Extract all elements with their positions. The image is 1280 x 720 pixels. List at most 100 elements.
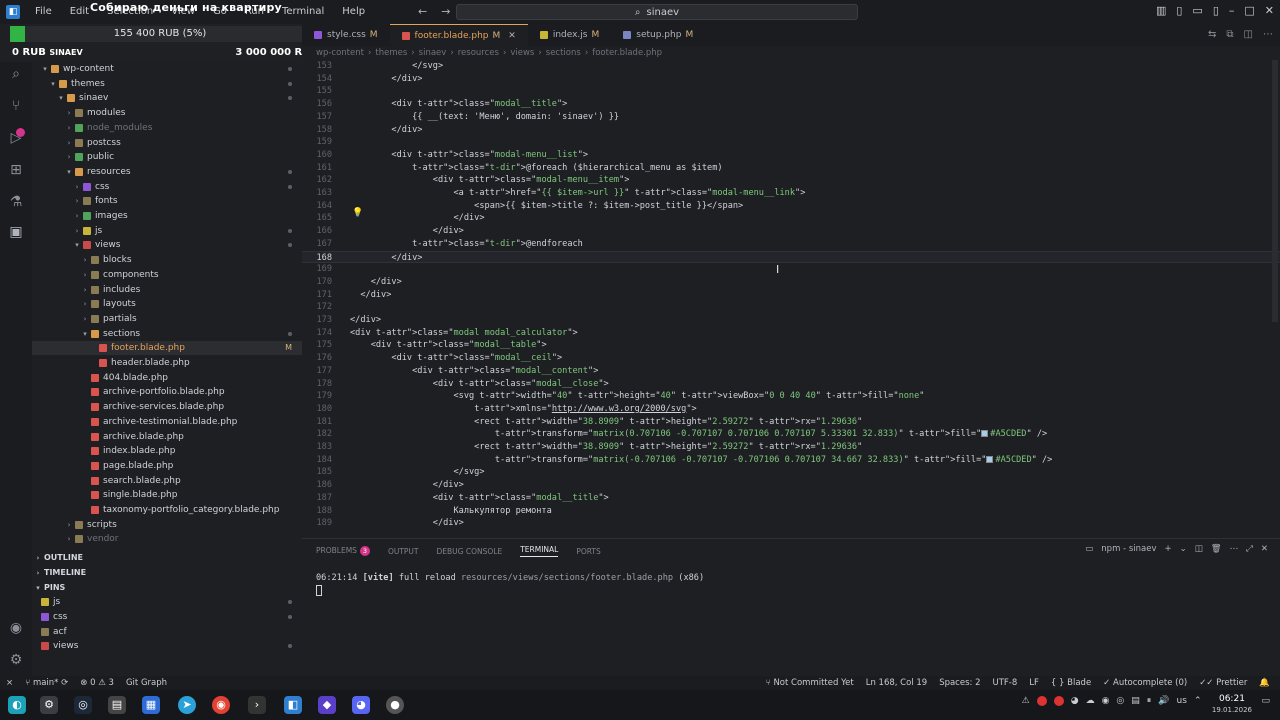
code-line[interactable]: 187 <div t-attr">class="modal__title"> bbox=[302, 492, 1280, 505]
menu-item-file[interactable]: File bbox=[26, 0, 61, 24]
search-icon[interactable]: ⌕ bbox=[6, 64, 26, 84]
indentation[interactable]: Spaces: 2 bbox=[939, 678, 980, 688]
account-icon[interactable]: ◉ bbox=[6, 618, 26, 638]
code-line[interactable]: 165 </div> bbox=[302, 212, 1280, 225]
tree-item[interactable]: archive.blade.php bbox=[32, 430, 302, 444]
tree-item[interactable]: › components bbox=[32, 268, 302, 282]
notifications-icon[interactable]: 🔔 bbox=[1259, 678, 1270, 688]
code-line[interactable]: 167 t-attr">class="t-dir">@endforeach bbox=[302, 238, 1280, 251]
remote-explorer-icon[interactable]: ▣ bbox=[6, 222, 26, 242]
breadcrumb-item[interactable]: sinaev bbox=[419, 48, 447, 58]
code-line[interactable]: 186 </div> bbox=[302, 479, 1280, 492]
panel-tab-debug-console[interactable]: DEBUG CONSOLE bbox=[437, 547, 503, 556]
section-timeline[interactable]: › TIMELINE bbox=[32, 566, 302, 580]
tray-chrome-icon[interactable]: ◉ bbox=[1102, 696, 1110, 706]
tree-item[interactable]: search.blade.php bbox=[32, 474, 302, 488]
tree-item[interactable]: › css bbox=[32, 180, 302, 194]
problems-indicator[interactable]: ⊗ 0 ⚠ 3 bbox=[80, 678, 114, 688]
tree-item[interactable]: ▾ wp-content bbox=[32, 62, 302, 76]
run-debug-icon[interactable]: ▷ bbox=[6, 128, 26, 148]
tray-cloud-icon[interactable]: ☁ bbox=[1086, 696, 1095, 706]
code-line[interactable]: 171 </div> bbox=[302, 289, 1280, 302]
code-line[interactable]: 162 <div t-attr">class="modal-menu__item… bbox=[302, 174, 1280, 187]
console-icon[interactable]: › bbox=[248, 696, 266, 714]
tree-item[interactable]: ▾ themes bbox=[32, 77, 302, 91]
maximize-icon[interactable]: □ bbox=[1244, 4, 1254, 17]
tree-item[interactable]: › vendor bbox=[32, 532, 302, 546]
tree-item[interactable]: archive-portfolio.blade.php bbox=[32, 385, 302, 399]
panel-tab-problems[interactable]: PROBLEMS 3 bbox=[316, 546, 370, 556]
steam-icon[interactable]: ◎ bbox=[74, 696, 92, 714]
tab-index-js[interactable]: index.js M bbox=[528, 24, 611, 46]
code-line[interactable]: 177 <div t-attr">class="modal__content"> bbox=[302, 365, 1280, 378]
tray-volume-icon[interactable]: 🔊 bbox=[1158, 696, 1169, 706]
tree-item[interactable]: › node_modules bbox=[32, 121, 302, 135]
code-line[interactable]: 168 </div> bbox=[302, 250, 1280, 264]
code-line[interactable]: 157 {{ __(text: 'Меню', domain: 'sinaev'… bbox=[302, 111, 1280, 124]
terminal-app-icon[interactable]: ▤ bbox=[108, 696, 126, 714]
tab-style-css[interactable]: style.css M bbox=[302, 24, 390, 46]
encoding[interactable]: UTF-8 bbox=[993, 678, 1018, 688]
panel-tab-terminal[interactable]: TERMINAL bbox=[520, 545, 559, 557]
tab-close-icon[interactable]: ✕ bbox=[508, 31, 516, 41]
tray-record-icon[interactable] bbox=[1053, 696, 1064, 706]
tray-warning-icon[interactable]: ⚠ bbox=[1022, 696, 1030, 706]
open-preview-icon[interactable]: ⧉ bbox=[1226, 29, 1233, 40]
tree-item[interactable]: › public bbox=[32, 150, 302, 164]
eol[interactable]: LF bbox=[1029, 678, 1039, 688]
menu-item-help[interactable]: Help bbox=[333, 0, 374, 24]
git-blame[interactable]: ⑂ Not Committed Yet bbox=[766, 678, 854, 688]
code-line[interactable]: 160 <div t-attr">class="modal-menu__list… bbox=[302, 149, 1280, 162]
maximize-panel-icon[interactable]: ⤢ bbox=[1246, 544, 1253, 554]
more-icon[interactable]: ⋯ bbox=[1230, 544, 1239, 554]
tab-setup-php[interactable]: setup.php M bbox=[611, 24, 705, 46]
code-line[interactable]: 176 <div t-attr">class="modal__ceil"> bbox=[302, 352, 1280, 365]
keyboard-lang[interactable]: us bbox=[1177, 696, 1187, 706]
compare-icon[interactable]: ⇆ bbox=[1208, 29, 1216, 40]
code-line[interactable]: 161 t-attr">class="t-dir">@foreach ($hie… bbox=[302, 162, 1280, 175]
code-line[interactable]: 180 t-attr">xmlns="http://www.w3.org/200… bbox=[302, 403, 1280, 416]
tree-item[interactable]: › modules bbox=[32, 106, 302, 120]
tree-item[interactable]: ▾ sections bbox=[32, 327, 302, 341]
breadcrumb-item[interactable]: footer.blade.php bbox=[592, 48, 662, 58]
panel-tab-output[interactable]: OUTPUT bbox=[388, 547, 419, 556]
code-line[interactable]: 154 </div> bbox=[302, 73, 1280, 86]
section-outline[interactable]: › OUTLINE bbox=[32, 551, 302, 565]
testing-icon[interactable]: ⚗ bbox=[6, 192, 26, 212]
breadcrumb-item[interactable]: themes bbox=[375, 48, 407, 58]
tree-item[interactable]: › partials bbox=[32, 312, 302, 326]
code-line[interactable]: 155 bbox=[302, 85, 1280, 98]
layout-toggle-icon[interactable]: ▥ bbox=[1156, 4, 1166, 17]
code-editor[interactable]: 💡 153 </svg> 154 </div> 155 156 <div t-attr… bbox=[302, 60, 1280, 538]
tree-item[interactable]: › includes bbox=[32, 283, 302, 297]
language-mode[interactable]: { } Blade bbox=[1051, 678, 1091, 688]
source-control-icon[interactable]: ⑂ bbox=[6, 96, 26, 116]
code-line[interactable]: 164 <span>{{ $item->title ?: $item->post… bbox=[302, 200, 1280, 213]
tree-item[interactable]: › scripts bbox=[32, 518, 302, 532]
tray-discord-icon[interactable]: ◕ bbox=[1071, 696, 1079, 706]
code-line[interactable]: 189 </div> bbox=[302, 517, 1280, 530]
branch-indicator[interactable]: ⑂ main* ⟳ bbox=[25, 678, 68, 688]
split-terminal-icon[interactable]: ◫ bbox=[1195, 544, 1203, 554]
tray-app-icon[interactable]: ▤ bbox=[1131, 696, 1140, 706]
terminal-output[interactable]: 06:21:14 [vite] full reload resources/vi… bbox=[316, 573, 704, 583]
discord-icon[interactable]: ◕ bbox=[352, 696, 370, 714]
trash-icon[interactable]: 🗑 bbox=[1211, 544, 1222, 554]
code-line[interactable]: 166 </div> bbox=[302, 225, 1280, 238]
code-line[interactable]: 156 <div t-attr">class="modal__title"> bbox=[302, 98, 1280, 111]
tree-item[interactable]: page.blade.php bbox=[32, 459, 302, 473]
tree-item[interactable]: ▾ views bbox=[32, 238, 302, 252]
tree-item[interactable]: › js bbox=[32, 224, 302, 238]
back-arrow-icon[interactable]: ← bbox=[418, 5, 427, 18]
prettier[interactable]: ✓✓ Prettier bbox=[1199, 678, 1247, 688]
pin-item[interactable]: css bbox=[32, 610, 302, 624]
vscode-taskbar-icon[interactable]: ◧ bbox=[284, 696, 302, 714]
code-line[interactable]: 153 </svg> bbox=[302, 60, 1280, 73]
code-line[interactable]: 185 </svg> bbox=[302, 466, 1280, 479]
tree-item[interactable]: › postcss bbox=[32, 136, 302, 150]
panel-tab-ports[interactable]: PORTS bbox=[576, 547, 600, 556]
pin-item[interactable]: acf bbox=[32, 625, 302, 639]
breadcrumb-item[interactable]: views bbox=[510, 48, 534, 58]
pin-item[interactable]: views bbox=[32, 639, 302, 653]
code-line[interactable]: 172 bbox=[302, 301, 1280, 314]
